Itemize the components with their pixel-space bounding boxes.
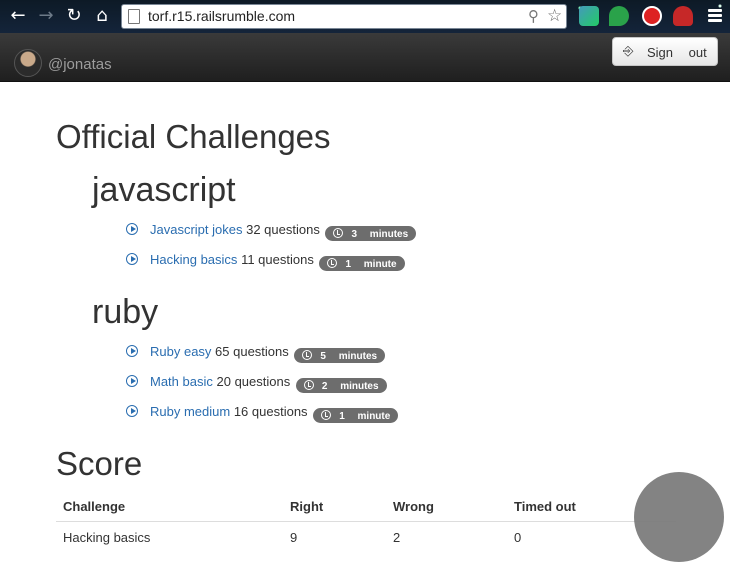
language-heading: ruby bbox=[92, 293, 159, 331]
username[interactable]: @jonatas bbox=[48, 56, 112, 73]
challenge-item: Ruby easy 65 questions 5 minutes bbox=[126, 344, 386, 363]
challenge-link[interactable]: Hacking basics bbox=[150, 252, 237, 267]
challenge-item: Math basic 20 questions 2 minutes bbox=[126, 374, 387, 393]
challenge-item: Javascript jokes 32 questions 3 minutes bbox=[126, 222, 417, 241]
extension-icon[interactable] bbox=[673, 6, 693, 26]
avatar[interactable] bbox=[14, 49, 42, 77]
question-count: 65 questions bbox=[215, 344, 289, 359]
play-icon[interactable] bbox=[126, 253, 138, 265]
reload-button[interactable]: ↻ bbox=[64, 6, 84, 26]
clock-icon bbox=[302, 350, 313, 360]
play-icon[interactable] bbox=[126, 345, 138, 357]
adblock-icon[interactable] bbox=[642, 6, 662, 26]
cursor-highlight bbox=[634, 472, 724, 562]
play-icon[interactable] bbox=[126, 223, 138, 235]
extension-icon[interactable] bbox=[579, 6, 599, 26]
challenge-link[interactable]: Math basic bbox=[150, 374, 213, 389]
score-title: Score bbox=[56, 445, 143, 482]
table-row: Hacking basics 9 2 0 bbox=[56, 521, 676, 554]
url-text[interactable]: torf.r15.railsrumble.com bbox=[148, 8, 295, 24]
play-icon[interactable] bbox=[126, 405, 138, 417]
menu-icon[interactable] bbox=[708, 9, 722, 24]
question-count: 20 questions bbox=[216, 374, 291, 389]
challenge-link[interactable]: Javascript jokes bbox=[150, 222, 242, 237]
hangouts-icon[interactable] bbox=[609, 6, 629, 26]
question-count: 11 questions bbox=[241, 252, 314, 267]
page-icon bbox=[128, 9, 140, 24]
challenge-link[interactable]: Ruby easy bbox=[150, 344, 211, 359]
address-bar[interactable]: torf.r15.railsrumble.com ⚲ ☆ bbox=[121, 4, 567, 29]
time-badge: 3 minutes bbox=[325, 226, 417, 241]
challenge-item: Hacking basics 11 questions 1 minute bbox=[126, 252, 405, 271]
clock-icon bbox=[333, 228, 344, 238]
forward-button[interactable]: → bbox=[36, 6, 56, 26]
sign-out-button[interactable]: ⎆ Sign out bbox=[612, 37, 718, 66]
time-badge: 5 minutes bbox=[294, 348, 386, 363]
sign-out-label: Sign out bbox=[647, 45, 707, 60]
time-badge: 2 minutes bbox=[295, 378, 387, 393]
clock-icon bbox=[327, 258, 338, 268]
question-count: 16 questions bbox=[233, 404, 308, 419]
language-heading: javascript bbox=[92, 171, 236, 209]
time-badge: 1 minute bbox=[313, 408, 399, 423]
page-title: Official Challenges bbox=[56, 118, 331, 155]
column-header: Wrong bbox=[386, 492, 507, 522]
column-header: Challenge bbox=[56, 492, 283, 522]
time-badge: 1 minute bbox=[319, 256, 405, 271]
zoom-icon[interactable]: ⚲ bbox=[528, 7, 539, 25]
table-cell: 2 bbox=[393, 530, 401, 546]
play-icon[interactable] bbox=[126, 375, 138, 387]
clock-icon bbox=[303, 380, 314, 390]
table-header-row: Challenge Right Wrong Timed out bbox=[56, 492, 676, 522]
browser-toolbar: ← → ↻ ⌂ torf.r15.railsrumble.com ⚲ ☆ bbox=[0, 0, 730, 33]
table-cell: Hacking basics bbox=[63, 530, 151, 546]
challenge-item: Ruby medium 16 questions 1 minute bbox=[126, 404, 399, 423]
clock-icon bbox=[321, 410, 332, 420]
sign-out-icon: ⎆ bbox=[623, 44, 634, 59]
score-table: Challenge Right Wrong Timed out Hacking … bbox=[56, 492, 676, 554]
question-count: 32 questions bbox=[246, 222, 320, 237]
table-cell: 9 bbox=[290, 530, 298, 546]
bookmark-star-icon[interactable]: ☆ bbox=[547, 6, 562, 26]
back-button[interactable]: ← bbox=[8, 6, 28, 26]
column-header: Right bbox=[283, 492, 386, 522]
home-button[interactable]: ⌂ bbox=[92, 6, 112, 26]
challenge-link[interactable]: Ruby medium bbox=[150, 404, 230, 419]
